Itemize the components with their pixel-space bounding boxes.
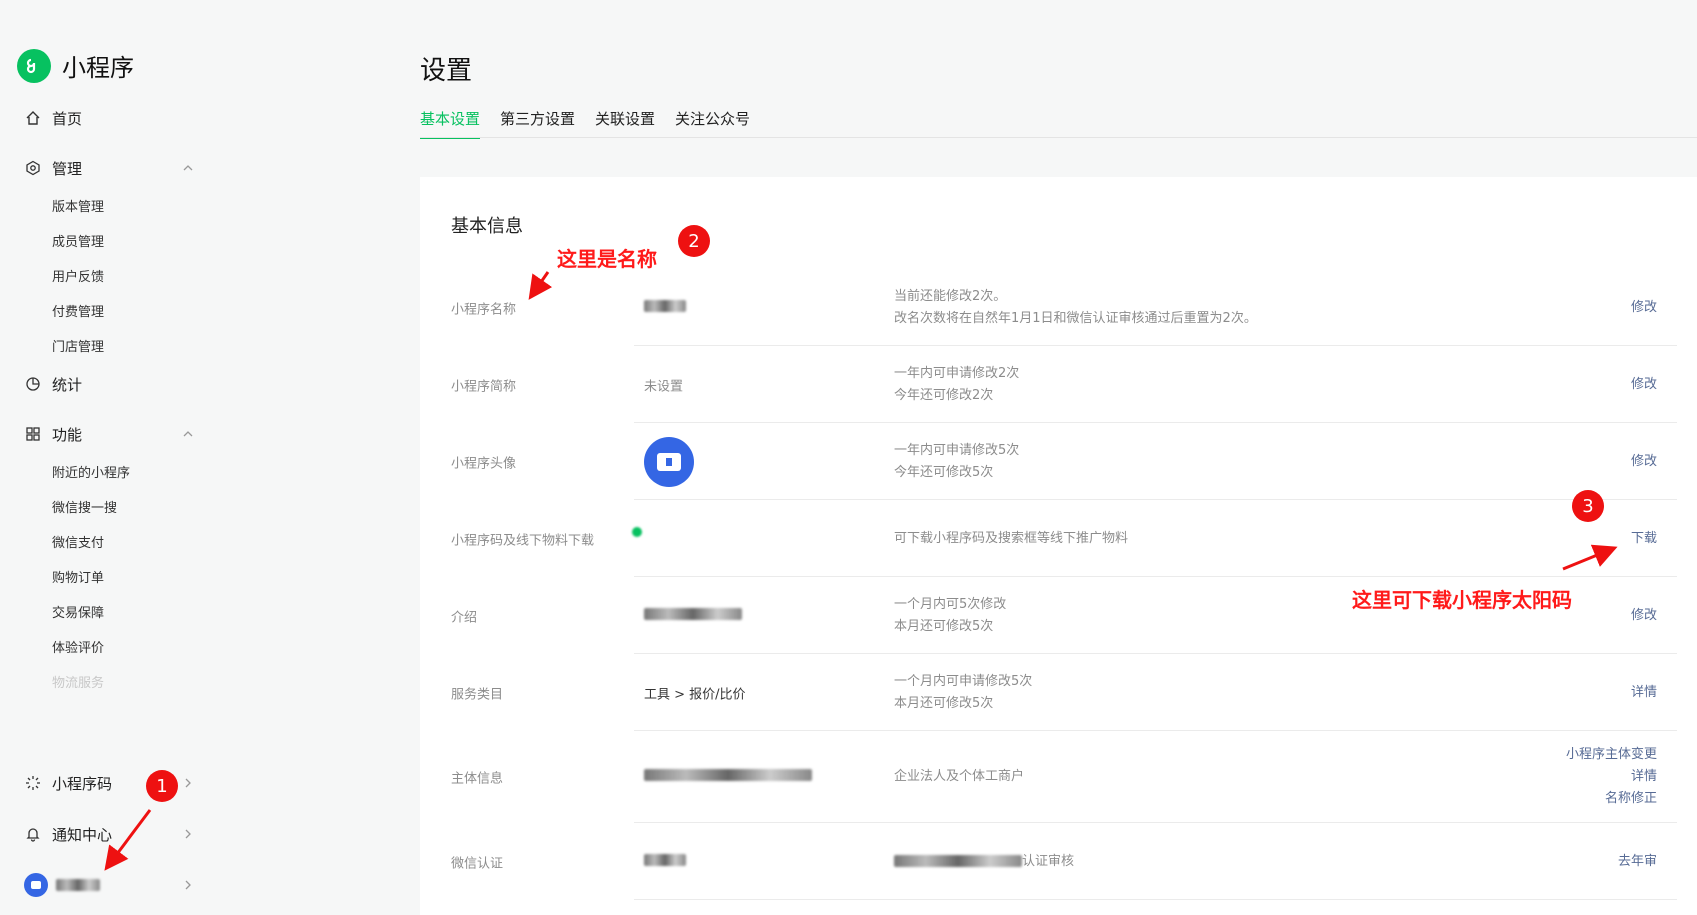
category-details-link[interactable]: 详情 xyxy=(1631,682,1657,704)
row-label: 小程序头像 xyxy=(451,456,517,471)
pie-chart-icon xyxy=(24,375,42,393)
sidebar-subitem-guarantee[interactable]: 交易保障 xyxy=(52,602,104,621)
account-avatar xyxy=(24,873,48,897)
row-desc: 当前还能修改2次。 改名次数将在自然年1月1日和微信认证审核通过后重置为2次。 xyxy=(894,288,1257,326)
row-short-name: 小程序简称 未设置 一年内可申请修改2次 今年还可修改2次 修改 xyxy=(420,346,1677,423)
edit-intro-link[interactable]: 修改 xyxy=(1631,605,1657,627)
verification-redacted xyxy=(644,853,686,870)
edit-avatar-link[interactable]: 修改 xyxy=(1631,451,1657,473)
row-divider xyxy=(634,899,1677,900)
annotation-badge-2: 2 xyxy=(678,225,710,257)
row-desc: 可下载小程序码及搜索框等线下推广物料 xyxy=(894,530,1129,546)
row-category: 服务类目 工具 > 报价/比价 一个月内可申请修改5次 本月还可修改5次 详情 xyxy=(420,654,1677,731)
sidebar: 小程序 首页 管理 版本管理 成员管理 用户反馈 付费管理 门店管理 统计 功能… xyxy=(0,0,209,915)
annotation-badge-1: 1 xyxy=(146,770,178,802)
sidebar-item-home[interactable]: 首页 xyxy=(24,107,194,129)
sidebar-item-notifications[interactable]: 通知中心 xyxy=(24,823,194,845)
sidebar-subitem-logistics[interactable]: 物流服务 xyxy=(52,672,104,691)
row-entity: 主体信息 企业法人及个体工商户 小程序主体变更 详情 名称修正 xyxy=(420,731,1677,823)
sidebar-subitem-version[interactable]: 版本管理 xyxy=(52,196,104,215)
intro-redacted xyxy=(644,607,742,624)
row-label: 服务类目 xyxy=(451,687,504,702)
row-desc: 认证审核 xyxy=(894,851,1074,873)
row-label: 介绍 xyxy=(451,610,478,625)
settings-tabs: 基本设置 第三方设置 关联设置 关注公众号 xyxy=(420,108,770,139)
settings-hex-icon xyxy=(24,159,42,177)
row-desc: 一年内可申请修改5次 今年还可修改5次 xyxy=(894,442,1020,480)
chevron-right-icon xyxy=(185,778,191,788)
download-link[interactable]: 下载 xyxy=(1631,528,1657,550)
sidebar-item-label: 通知中心 xyxy=(52,825,113,844)
tabs-divider xyxy=(420,137,1697,138)
row-label: 小程序码及线下物料下载 xyxy=(451,533,595,548)
sidebar-item-label: 功能 xyxy=(52,425,83,444)
row-desc: 一个月内可申请修改5次 本月还可修改5次 xyxy=(894,673,1033,711)
chevron-up-icon xyxy=(183,431,193,437)
chevron-right-icon xyxy=(185,880,191,890)
sidebar-item-features[interactable]: 功能 xyxy=(24,423,194,445)
sidebar-subitem-nearby[interactable]: 附近的小程序 xyxy=(52,462,130,481)
entity-details-link[interactable]: 详情 xyxy=(1631,769,1657,784)
sidebar-subitem-orders[interactable]: 购物订单 xyxy=(52,567,104,586)
edit-short-name-link[interactable]: 修改 xyxy=(1631,374,1657,396)
sidebar-subitem-store[interactable]: 门店管理 xyxy=(52,336,104,355)
sidebar-item-manage[interactable]: 管理 xyxy=(24,157,194,179)
row-desc: 一个月内可5次修改 本月还可修改5次 xyxy=(894,596,1007,634)
edit-name-link[interactable]: 修改 xyxy=(1631,297,1657,319)
entity-actions: 小程序主体变更 详情 名称修正 xyxy=(1566,744,1657,810)
chevron-up-icon xyxy=(183,165,193,171)
change-entity-link[interactable]: 小程序主体变更 xyxy=(1566,747,1657,762)
row-app-name: 小程序名称 当前还能修改2次。 改名次数将在自然年1月1日和微信认证审核通过后重置… xyxy=(420,269,1677,346)
sidebar-item-stats[interactable]: 统计 xyxy=(24,373,194,395)
sun-code-icon xyxy=(24,774,42,792)
sidebar-subitem-wxpay[interactable]: 微信支付 xyxy=(52,532,104,551)
annotation-name-note: 这里是名称 xyxy=(557,247,657,271)
annotation-badge-3: 3 xyxy=(1572,490,1604,522)
tab-basic-settings[interactable]: 基本设置 xyxy=(420,108,481,139)
sidebar-item-label: 统计 xyxy=(52,375,83,394)
name-correction-link[interactable]: 名称修正 xyxy=(1605,791,1657,806)
page-title: 设置 xyxy=(420,56,473,86)
bell-icon xyxy=(24,825,42,843)
card-title: 基本信息 xyxy=(451,216,523,237)
row-avatar: 小程序头像 一年内可申请修改5次 今年还可修改5次 修改 xyxy=(420,423,1677,500)
home-icon xyxy=(24,109,42,127)
sidebar-subitem-feedback[interactable]: 用户反馈 xyxy=(52,266,104,285)
row-qrcode-download: 小程序码及线下物料下载 可下载小程序码及搜索框等线下推广物料 下载 xyxy=(420,500,1677,577)
logo[interactable]: 小程序 xyxy=(17,48,134,83)
account-name-redacted xyxy=(56,879,100,891)
row-label: 小程序名称 xyxy=(451,302,517,317)
sidebar-fade xyxy=(0,716,209,746)
chevron-right-icon xyxy=(185,829,191,839)
sidebar-account[interactable] xyxy=(24,873,194,897)
sidebar-subitem-search[interactable]: 微信搜一搜 xyxy=(52,497,117,516)
basic-info-card: 基本信息 小程序名称 当前还能修改2次。 改名次数将在自然年1月1日和微信认证审核… xyxy=(420,177,1697,915)
app-name-redacted xyxy=(644,299,686,316)
row-value: 工具 > 报价/比价 xyxy=(644,687,746,702)
miniprogram-logo-icon xyxy=(17,48,51,83)
logo-text: 小程序 xyxy=(62,54,134,82)
row-label: 主体信息 xyxy=(451,771,504,787)
app-avatar-image xyxy=(644,436,694,487)
row-verification: 微信认证 认证审核 去年审 xyxy=(420,823,1677,900)
sidebar-item-label: 小程序码 xyxy=(52,774,113,793)
annual-review-link[interactable]: 去年审 xyxy=(1618,851,1657,873)
tab-related-settings[interactable]: 关联设置 xyxy=(595,108,655,139)
sidebar-item-label: 管理 xyxy=(52,159,83,178)
row-label: 微信认证 xyxy=(451,856,504,871)
row-desc: 一年内可申请修改2次 今年还可修改2次 xyxy=(894,365,1020,403)
sidebar-subitem-review[interactable]: 体验评价 xyxy=(52,637,104,656)
sidebar-item-label: 首页 xyxy=(52,109,83,128)
grid-icon xyxy=(24,425,42,443)
sidebar-subitem-payment[interactable]: 付费管理 xyxy=(52,301,104,320)
row-desc: 企业法人及个体工商户 xyxy=(894,769,1025,784)
entity-redacted xyxy=(644,769,812,785)
tab-third-party-settings[interactable]: 第三方设置 xyxy=(500,108,575,139)
sidebar-subitem-members[interactable]: 成员管理 xyxy=(52,231,104,250)
row-label: 小程序简称 xyxy=(451,379,517,394)
annotation-download-note: 这里可下载小程序太阳码 xyxy=(1352,588,1572,612)
tab-follow-account[interactable]: 关注公众号 xyxy=(675,108,750,139)
row-value: 未设置 xyxy=(644,379,684,394)
